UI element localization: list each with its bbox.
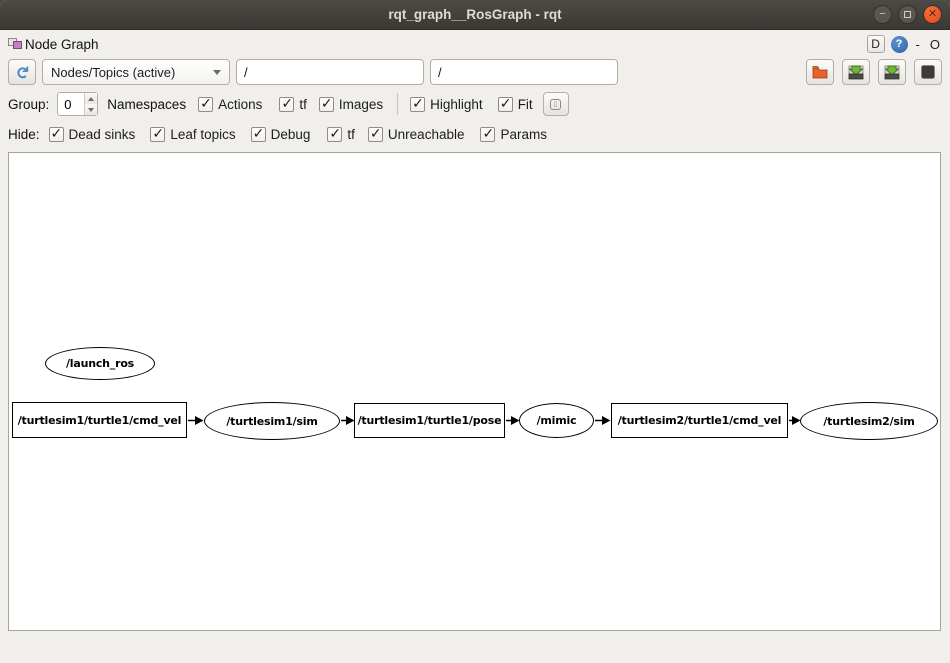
checkbox-dead-sinks[interactable]: Dead sinks [49,127,136,142]
rqt-window: rqt_graph__RosGraph - rqt − ✕ Node Graph… [0,0,950,663]
edge-arrow [341,415,355,426]
fit-in-view-button[interactable]: ▯ [543,92,569,116]
spinner-up-icon[interactable] [85,93,97,104]
chevron-down-icon [213,70,221,75]
window-controls: − ✕ [873,5,942,24]
save-image-icon [883,64,901,81]
window-titlebar[interactable]: rqt_graph__RosGraph - rqt − ✕ [0,0,950,30]
checkbox-images[interactable]: Images [319,97,383,112]
spinner-arrows[interactable] [84,93,97,115]
checkbox-indicator [368,127,383,142]
refresh-button[interactable]: ↻ [8,59,36,85]
checkbox-leaf-topics[interactable]: Leaf topics [150,127,235,142]
namespaces-label: Namespaces [107,97,186,112]
hide-label: Hide: [8,127,40,142]
graph-node-turtlesim1-cmd-vel[interactable]: /turtlesim1/turtle1/cmd_vel [12,402,187,438]
separator [397,93,398,115]
checkbox-label: Fit [518,97,533,112]
checkbox-indicator [498,97,513,112]
checkbox-indicator [279,97,294,112]
snapshot-button[interactable] [914,59,942,85]
close-button[interactable]: ✕ [923,5,942,24]
checkbox-indicator [480,127,495,142]
plugin-title: Node Graph [25,37,99,52]
graph-canvas[interactable]: /launch_ros /turtlesim1/turtle1/cmd_vel … [8,152,941,631]
window-title: rqt_graph__RosGraph - rqt [0,7,950,22]
group-value-input[interactable] [58,93,84,115]
checkbox-highlight[interactable]: Highlight [410,97,483,112]
checkbox-indicator [327,127,342,142]
minimize-icon: − [879,6,885,23]
dock-float-button[interactable]: O [928,37,942,52]
plugin-dockbar: Node Graph D ? - O [0,31,950,57]
checkbox-debug[interactable]: Debug [251,127,311,142]
graph-node-turtlesim2-sim[interactable]: /turtlesim2/sim [800,402,938,440]
checkbox-indicator [150,127,165,142]
checkbox-unreachable[interactable]: Unreachable [368,127,465,142]
checkbox-label: Dead sinks [69,127,136,142]
checkbox-label: tf [347,127,355,142]
graph-node-turtlesim1-sim[interactable]: /turtlesim1/sim [204,402,340,440]
main-toolbar: ↻ Nodes/Topics (active) [0,58,950,88]
refresh-icon: ↻ [14,65,31,79]
graph-type-selected: Nodes/Topics (active) [51,65,207,80]
save-dot-icon [847,64,865,81]
checkbox-label: Unreachable [388,127,465,142]
maximize-icon [904,11,911,18]
fit-in-view-icon: ▯ [550,99,561,110]
edge-arrow [188,415,204,426]
minimize-button[interactable]: − [873,5,892,24]
checkbox-tf-show[interactable]: tf [279,97,307,112]
group-label: Group: [8,97,49,112]
checkbox-label: Leaf topics [170,127,235,142]
checkbox-fit[interactable]: Fit [498,97,533,112]
node-graph-icon [8,37,23,51]
checkbox-indicator [251,127,266,142]
close-icon: ✕ [928,6,937,23]
help-button[interactable]: ? [891,36,908,53]
node-filter-input[interactable] [236,59,424,85]
load-dot-button[interactable] [806,59,834,85]
checkbox-actions[interactable]: Actions [198,97,262,112]
group-spinbox[interactable] [57,92,98,116]
checkbox-label: Highlight [430,97,483,112]
dock-settings-button[interactable]: D [867,35,885,53]
save-image-button[interactable] [878,59,906,85]
edge-arrow [595,415,611,426]
checkbox-label: Images [339,97,383,112]
checkbox-label: Debug [271,127,311,142]
checkbox-label: Actions [218,97,262,112]
graph-node-launch-ros[interactable]: /launch_ros [45,347,155,380]
topic-filter-input[interactable] [430,59,618,85]
dock-collapse-button[interactable]: - [914,37,922,52]
spinner-down-icon[interactable] [85,104,97,115]
graph-type-dropdown[interactable]: Nodes/Topics (active) [42,59,230,85]
toolbar-right-buttons [806,59,942,85]
save-dot-button[interactable] [842,59,870,85]
checkbox-indicator [198,97,213,112]
checkbox-indicator [319,97,334,112]
checkbox-indicator [49,127,64,142]
checkbox-params[interactable]: Params [480,127,547,142]
snapshot-icon [920,64,936,80]
checkbox-tf-hide[interactable]: tf [327,127,355,142]
graph-node-turtlesim1-pose[interactable]: /turtlesim1/turtle1/pose [354,403,505,438]
graph-node-mimic[interactable]: /mimic [519,403,594,438]
options-row-1: Group: Namespaces Actions tf Images High… [0,91,950,117]
checkbox-label: tf [299,97,307,112]
edge-arrow [506,415,520,426]
open-folder-icon [811,64,829,80]
maximize-button[interactable] [898,5,917,24]
graph-node-turtlesim2-cmd-vel[interactable]: /turtlesim2/turtle1/cmd_vel [611,403,788,438]
options-row-2: Hide: Dead sinks Leaf topics Debug tf Un… [0,121,950,147]
checkbox-indicator [410,97,425,112]
checkbox-label: Params [500,127,547,142]
